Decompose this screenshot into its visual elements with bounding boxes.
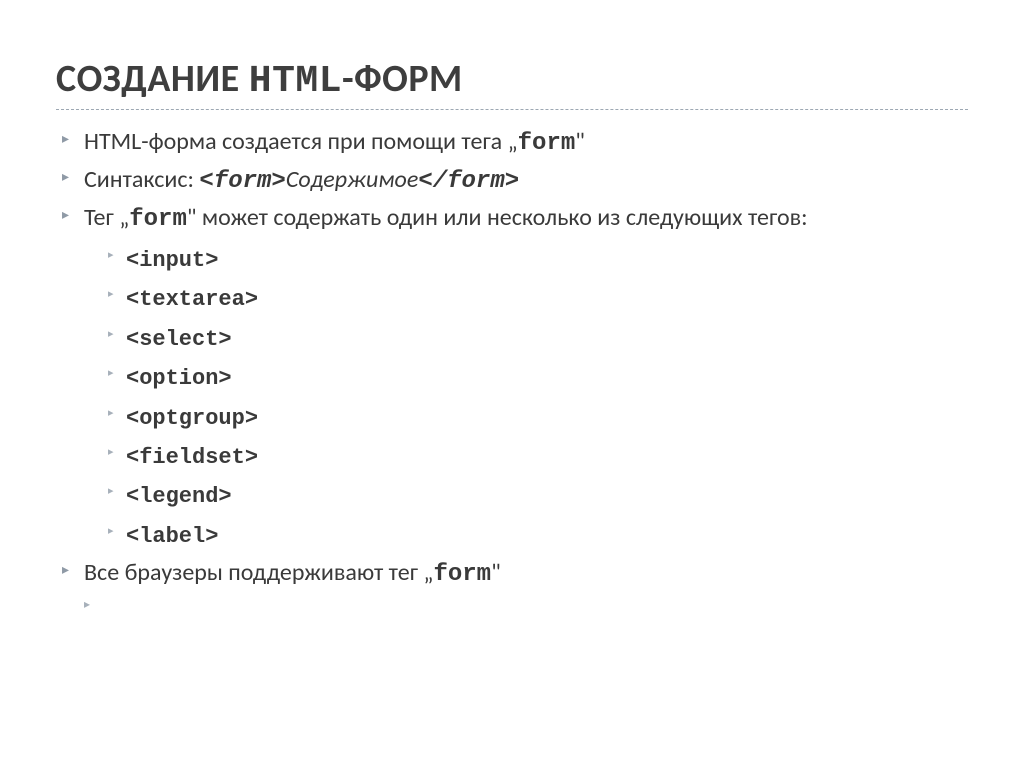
tag-text: <fieldset> [126,445,258,470]
text-run: form [433,561,491,588]
tag-text: <input> [126,248,218,273]
text-run: Тег „ [84,203,129,232]
text-run: Синтаксис: [84,165,199,194]
slide-title: СОЗДАНИЕ HTML-ФОРМ [56,56,968,110]
tag-text: <optgroup> [126,406,258,431]
bullet-list: HTML-форма создается при помощи тега „fo… [56,124,968,593]
sub-list-item: <select> [108,319,968,358]
list-item: Все браузеры поддерживают тег „form" [62,555,968,593]
sub-list-item: <fieldset> [108,437,968,476]
sub-list-item: <option> [108,358,968,397]
text-run: </form> [418,168,519,195]
text-run: " может содержать один или несколько из … [187,203,808,232]
tag-text: <select> [126,327,232,352]
text-run: Все браузеры поддерживают тег „ [84,558,433,587]
tag-text: <textarea> [126,287,258,312]
title-prefix: СОЗДАНИЕ [56,56,249,102]
tag-text: <legend> [126,484,232,509]
text-run: HTML-форма создается при помощи тега „ [84,127,518,156]
text-run: form [129,206,187,233]
list-item: HTML-форма создается при помощи тега „fo… [62,124,968,162]
sub-list: <input> <textarea> <select> <option> <optgro… [62,240,968,555]
tag-text: <option> [126,366,232,391]
sub-list-item: <legend> [108,476,968,515]
sub-list-item: <label> [108,516,968,555]
text-run: <form> [199,168,285,195]
text-run: Содержимое [286,165,419,194]
title-mono: HTML [249,60,342,103]
text-run: form [518,130,576,157]
title-suffix: -ФОРМ [342,56,463,102]
sub-list-item: <optgroup> [108,398,968,437]
tag-text: <label> [126,524,218,549]
decorative-arrow-icon: ▸ [84,597,968,612]
sub-list-item: <input> [108,240,968,279]
list-item: Синтаксис: <form>Содержимое</form> [62,162,968,200]
list-item: Тег „form" может содержать один или неск… [62,200,968,238]
sub-list-item: <textarea> [108,279,968,318]
text-run: " [491,558,501,587]
text-run: " [575,127,585,156]
slide: СОЗДАНИЕ HTML-ФОРМ HTML-форма создается … [0,0,1024,632]
